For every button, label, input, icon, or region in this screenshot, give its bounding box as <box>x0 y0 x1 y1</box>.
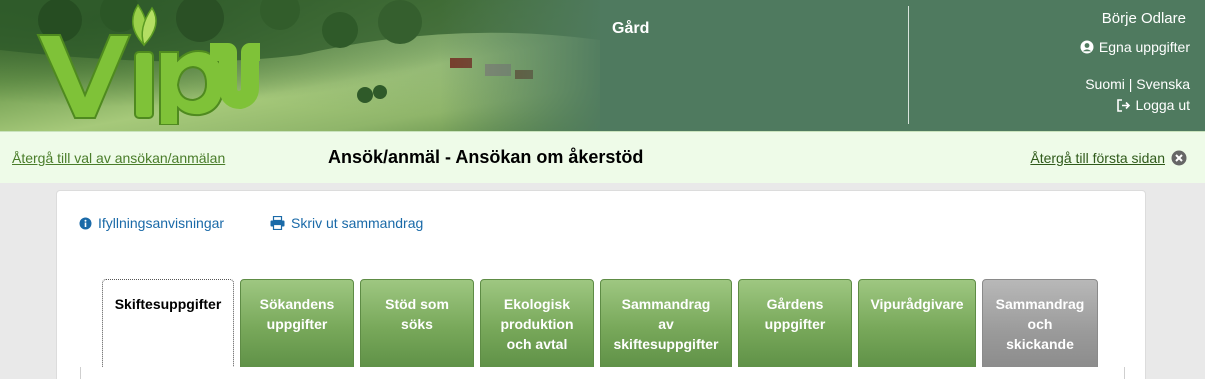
application-panel: Ifyllningsanvisningar Skriv ut sammandra… <box>56 190 1146 379</box>
tab-label: Sökandens <box>259 296 335 312</box>
own-info-link[interactable]: Egna uppgifter <box>1080 39 1190 55</box>
tab-stod-som-soks[interactable]: Stöd som söks <box>360 279 474 369</box>
user-name: Börje Odlare <box>1101 10 1186 27</box>
tab-label: och <box>1027 316 1053 332</box>
tab-label: uppgifter <box>266 316 328 332</box>
tab-label: Vipurådgivare <box>870 296 964 312</box>
tab-label: skickande <box>1006 336 1074 352</box>
back-to-selection-link[interactable]: Återgå till val av ansökan/anmälan <box>12 150 225 166</box>
back-to-home-link[interactable]: Återgå till första sidan <box>1030 150 1187 166</box>
tab-label: och avtal <box>506 336 568 352</box>
tab-sammandrag-skickande[interactable]: Sammandrag och skickande <box>982 279 1098 369</box>
tab-label: Stöd som <box>385 296 449 312</box>
info-icon <box>79 217 92 229</box>
own-info-label: Egna uppgifter <box>1098 39 1190 55</box>
tab-label: Sammandrag <box>621 296 711 312</box>
tab-label: av <box>658 316 674 332</box>
instructions-label: Ifyllningsanvisningar <box>98 215 225 231</box>
tab-label: Skiftesuppgifter <box>114 296 222 312</box>
tab-vipuradgivare[interactable]: Vipurådgivare <box>858 279 976 369</box>
logout-link[interactable]: Logga ut <box>1116 97 1191 113</box>
tab-label: skiftesuppgifter <box>613 336 719 352</box>
tab-sammandrag-skiftesuppgifter[interactable]: Sammandrag av skiftesuppgifter <box>600 279 732 369</box>
instructions-link[interactable]: Ifyllningsanvisningar <box>79 215 224 231</box>
sub-navigation-bar: Återgå till val av ansökan/anmälan Ansök… <box>0 131 1205 183</box>
tab-label: Gårdens <box>766 296 824 312</box>
print-summary-link[interactable]: Skriv ut sammandrag <box>270 215 423 231</box>
sign-out-icon <box>1116 98 1130 112</box>
tab-label: söks <box>401 316 433 332</box>
vipu-logo <box>36 3 260 125</box>
logout-label: Logga ut <box>1135 97 1191 113</box>
tab-content-area <box>80 367 1125 379</box>
banner-fade <box>440 0 610 131</box>
tab-label: Ekologisk <box>503 296 571 312</box>
print-summary-label: Skriv ut sammandrag <box>291 215 424 231</box>
page-title: Ansök/anmäl - Ansökan om åkerstöd <box>328 147 644 167</box>
language-switcher[interactable]: Suomi | Svenska <box>1085 76 1190 92</box>
home-link-label: Återgå till första sidan <box>1030 150 1165 166</box>
farm-title: Gård <box>612 20 650 37</box>
tab-gardens-uppgifter[interactable]: Gårdens uppgifter <box>738 279 852 369</box>
header-divider <box>908 6 909 124</box>
tab-skiftesuppgifter[interactable]: Skiftesuppgifter <box>102 279 234 369</box>
header: vipu Gård Börje Odlare Egna uppgifter Su… <box>0 0 1205 131</box>
close-circle-icon <box>1171 150 1187 166</box>
tab-label: produktion <box>500 316 574 332</box>
tab-sokandens-uppgifter[interactable]: Sökandens uppgifter <box>240 279 354 369</box>
tab-ekologisk-produktion[interactable]: Ekologisk produktion och avtal <box>480 279 594 369</box>
tab-label: uppgifter <box>764 316 826 332</box>
print-icon <box>270 216 285 230</box>
user-circle-icon <box>1080 40 1094 54</box>
tab-label: Sammandrag <box>995 296 1085 312</box>
